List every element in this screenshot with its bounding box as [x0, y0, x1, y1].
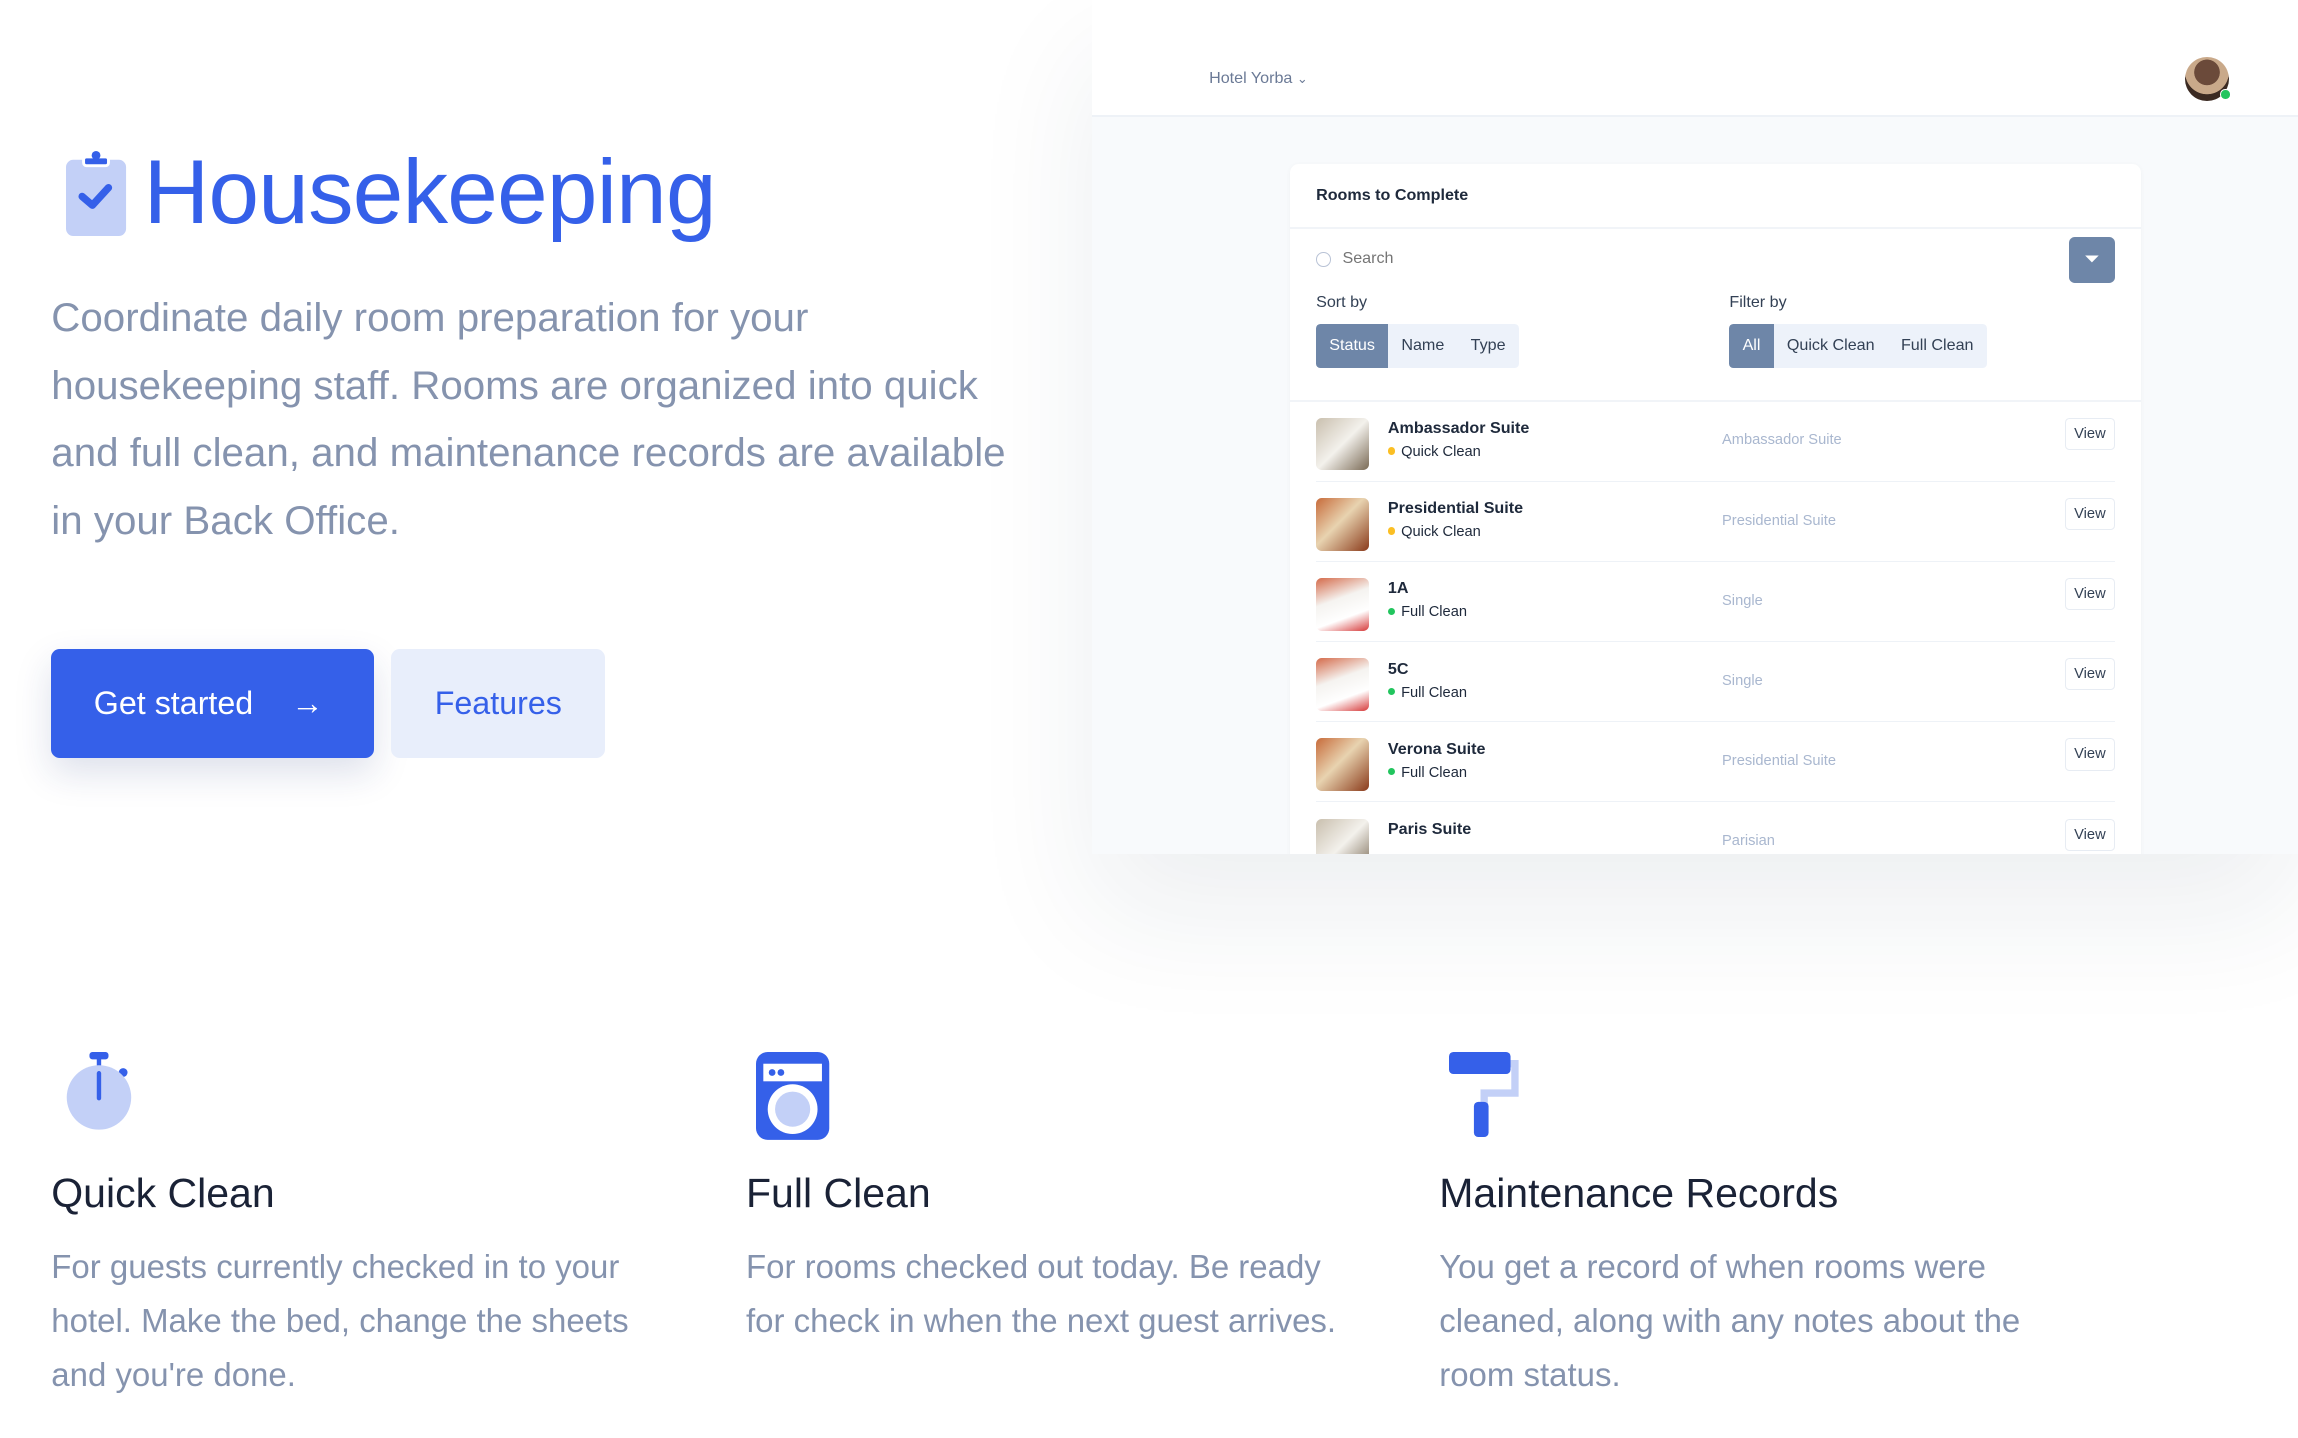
room-row[interactable]: 5C Full Clean Single View	[1316, 642, 2115, 723]
room-row[interactable]: Ambassador Suite Quick Clean Ambassador …	[1316, 402, 2115, 482]
room-type: Parisian	[1722, 833, 1775, 850]
rooms-card: Rooms to Complete ⏷ Sort by Status Name …	[1289, 164, 2142, 855]
hotel-name: Hotel Yorba	[1209, 68, 1293, 87]
app-preview: Hotel Yorba ⌄ Rooms to Complete ⏷ Sort b…	[1091, 0, 2298, 855]
top-nav: Hotel Yorba ⌄	[1091, 0, 2298, 118]
feature-title: Maintenance Records	[1439, 1169, 1839, 1216]
room-thumbnail	[1316, 658, 1369, 711]
sort-label: Sort by	[1316, 293, 1368, 312]
room-thumbnail	[1316, 818, 1369, 855]
card-title: Rooms to Complete	[1316, 186, 1469, 205]
room-status-label: Quick Clean	[1401, 444, 1481, 461]
funnel-icon: ⏷	[2084, 249, 2100, 271]
hero-description: Coordinate daily room preparation for yo…	[51, 295, 1006, 543]
room-name: Verona Suite	[1387, 739, 1486, 758]
room-name: 5C	[1387, 659, 1409, 678]
feature-title: Full Clean	[745, 1169, 931, 1216]
status-dot	[1387, 767, 1396, 776]
sort-status[interactable]: Status	[1316, 323, 1389, 368]
stopwatch-icon	[66, 1052, 133, 1140]
filter-all[interactable]: All	[1729, 323, 1774, 368]
room-type: Ambassador Suite	[1722, 432, 1842, 449]
room-status-label: Full Clean	[1401, 764, 1467, 781]
sort-segmented: Status Name Type	[1316, 323, 1519, 368]
clipboard-check-icon	[65, 150, 128, 242]
view-button[interactable]: View	[2065, 497, 2115, 531]
feature-title: Quick Clean	[51, 1169, 275, 1216]
room-thumbnail	[1316, 738, 1369, 792]
room-thumbnail	[1316, 417, 1369, 471]
paint-roller-icon	[1449, 1052, 1525, 1143]
chevron-down-icon: ⌄	[1296, 70, 1308, 86]
hotel-selector[interactable]: Hotel Yorba ⌄	[1209, 69, 1308, 88]
filter-button[interactable]: ⏷	[2069, 237, 2115, 283]
status-dot	[1387, 447, 1396, 455]
divider	[1289, 227, 2142, 229]
search-icon	[1316, 252, 1331, 267]
room-row[interactable]: Presidential Suite Quick Clean President…	[1316, 482, 2115, 562]
room-name: 1A	[1387, 579, 1409, 598]
feature-description: For rooms checked out today. Be ready fo…	[745, 1247, 1337, 1340]
get-started-label: Get started	[93, 684, 254, 721]
room-status: Full Clean	[1387, 604, 1467, 621]
filter-segmented: All Quick Clean Full Clean	[1729, 323, 1987, 368]
room-name: Presidential Suite	[1387, 499, 1524, 518]
room-name: Ambassador Suite	[1387, 419, 1530, 438]
room-row[interactable]: 1A Full Clean Single View	[1316, 562, 2115, 643]
room-status-label: Full Clean	[1401, 604, 1467, 621]
room-status-label: Full Clean	[1401, 684, 1467, 701]
status-dot	[1387, 687, 1396, 696]
feature-description: You get a record of when rooms were clea…	[1439, 1247, 2021, 1394]
view-button[interactable]: View	[2065, 818, 2115, 851]
view-button[interactable]: View	[2065, 738, 2115, 771]
filter-quick-clean[interactable]: Quick Clean	[1774, 324, 1888, 368]
view-button[interactable]: View	[2065, 578, 2115, 611]
arrow-right-icon: →	[291, 684, 324, 721]
filter-full-clean[interactable]: Full Clean	[1888, 324, 1987, 368]
view-button[interactable]: View	[2065, 417, 2115, 450]
washing-machine-icon	[756, 1052, 830, 1146]
room-row[interactable]: Verona Suite Full Clean Presidential Sui…	[1316, 722, 2115, 803]
room-status-label: Quick Clean	[1401, 524, 1481, 541]
page-title: Housekeeping	[143, 141, 717, 243]
sort-name[interactable]: Name	[1388, 324, 1457, 368]
online-status-dot	[2220, 89, 2231, 100]
view-button[interactable]: View	[2065, 658, 2115, 691]
feature-description: For guests currently checked in to your …	[51, 1247, 629, 1394]
room-type: Presidential Suite	[1722, 753, 1836, 769]
get-started-button[interactable]: Get started →	[51, 649, 374, 758]
room-status: Full Clean	[1387, 684, 1467, 701]
room-thumbnail	[1316, 497, 1369, 551]
status-dot	[1387, 607, 1396, 615]
room-name: Paris Suite	[1387, 819, 1472, 838]
features-button[interactable]: Features	[391, 649, 606, 758]
room-type: Single	[1722, 592, 1763, 609]
room-status: Quick Clean	[1387, 524, 1481, 541]
room-type: Single	[1722, 672, 1763, 689]
room-status: Quick Clean	[1387, 444, 1481, 461]
sort-type[interactable]: Type	[1457, 324, 1518, 368]
room-status: Full Clean	[1387, 764, 1467, 781]
room-type: Presidential Suite	[1722, 512, 1836, 529]
filter-label: Filter by	[1729, 293, 1787, 312]
room-row[interactable]: Paris Suite Parisian View	[1316, 802, 2115, 855]
search-input[interactable]	[1342, 249, 1929, 269]
room-thumbnail	[1316, 578, 1369, 631]
status-dot	[1387, 527, 1396, 535]
